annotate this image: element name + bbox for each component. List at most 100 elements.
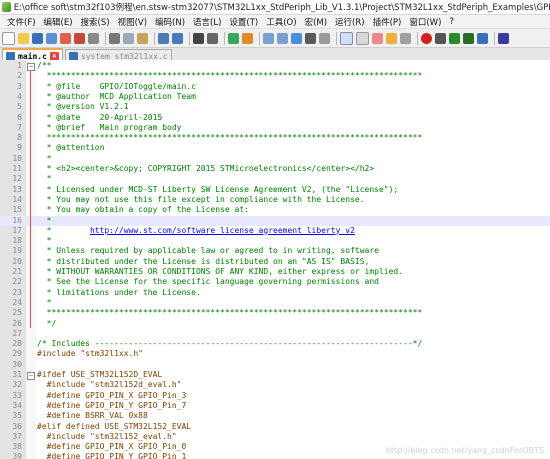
close-file-icon[interactable] bbox=[60, 32, 71, 44]
code-line[interactable]: 5 * @version V1.2.1 bbox=[0, 102, 550, 112]
copy-icon[interactable] bbox=[123, 32, 134, 44]
code-text: * bbox=[37, 174, 52, 184]
code-line[interactable]: 10 * bbox=[0, 154, 550, 164]
sync-vertical-icon[interactable] bbox=[263, 32, 274, 44]
sync-horizontal-icon[interactable] bbox=[277, 32, 288, 44]
code-line[interactable]: 31 #ifdef USE_STM32L152D_EVAL bbox=[0, 370, 550, 380]
code-line[interactable]: 34 #define GPIO_PIN_Y GPIO_Pin_7 bbox=[0, 401, 550, 411]
save-all-icon[interactable] bbox=[46, 32, 57, 44]
code-line[interactable]: 32 #include "stm32l152d_eval.h" bbox=[0, 380, 550, 390]
menu-item[interactable]: 文件(F) bbox=[3, 16, 40, 28]
menu-item[interactable]: 编辑(E) bbox=[40, 16, 77, 28]
code-line[interactable]: 14 * You may not use this file except in… bbox=[0, 195, 550, 205]
code-text: * WITHOUT WARRANTIES OR CONDITIONS OF AN… bbox=[37, 267, 404, 276]
code-line[interactable]: 21 * WITHOUT WARRANTIES OR CONDITIONS OF… bbox=[0, 267, 550, 277]
cut-icon[interactable] bbox=[109, 32, 120, 44]
license-url-link[interactable]: http://www.st.com/software_license_agree… bbox=[90, 226, 355, 235]
indent-guide-icon[interactable] bbox=[319, 32, 330, 44]
code-line[interactable]: 6 * @date 20-April-2015 bbox=[0, 113, 550, 123]
user-defined-language-icon[interactable] bbox=[340, 31, 353, 45]
code-text: * <h2><center>&copy; COPYRIGHT 2015 STMi… bbox=[37, 164, 375, 173]
stop-macro-icon[interactable] bbox=[435, 32, 446, 44]
save-icon[interactable] bbox=[32, 32, 43, 44]
save-macro-icon[interactable] bbox=[477, 32, 488, 44]
code-line[interactable]: 35 #define BSRR_VAL 0x88 bbox=[0, 411, 550, 421]
menu-item[interactable]: 窗口(W) bbox=[405, 16, 445, 28]
zoom-in-icon[interactable] bbox=[228, 32, 239, 44]
code-line[interactable]: 26 */ bbox=[0, 319, 550, 329]
find-icon[interactable] bbox=[193, 32, 204, 44]
paste-icon[interactable] bbox=[137, 32, 148, 44]
line-number: 4 bbox=[17, 91, 22, 101]
code-line[interactable]: 1 /** bbox=[0, 61, 550, 71]
code-line[interactable]: 29 #include "stm32l1xx.h" bbox=[0, 349, 550, 359]
open-file-icon[interactable] bbox=[18, 32, 29, 44]
play-macro-icon[interactable] bbox=[449, 32, 460, 44]
code-line[interactable]: 30 bbox=[0, 360, 550, 370]
code-text: * You may obtain a copy of the License a… bbox=[37, 205, 249, 215]
menu-item[interactable]: 工具(O) bbox=[262, 16, 300, 28]
code-line[interactable]: 36 #elif defined USE_STM32L152_EVAL bbox=[0, 422, 550, 432]
code-line[interactable]: 12 * bbox=[0, 174, 550, 184]
word-wrap-icon[interactable] bbox=[291, 32, 302, 44]
zoom-out-icon[interactable] bbox=[242, 32, 253, 44]
code-line[interactable]: 22 * See the License for the specific la… bbox=[0, 277, 550, 287]
code-text: ****************************************… bbox=[37, 71, 423, 81]
close-all-icon[interactable] bbox=[74, 32, 85, 44]
code-text: * Licensed under MCD-ST Liberty SW Licen… bbox=[37, 184, 399, 194]
code-line[interactable]: 23 * limitations under the License. bbox=[0, 288, 550, 298]
menu-item[interactable]: 视图(V) bbox=[114, 16, 151, 28]
line-number: 28 bbox=[12, 339, 22, 349]
monitoring-icon[interactable] bbox=[400, 32, 411, 44]
fold-toggle-icon[interactable]: − bbox=[27, 63, 35, 71]
function-list-icon[interactable] bbox=[372, 32, 383, 44]
folder-as-workspace-icon[interactable] bbox=[386, 32, 397, 44]
show-all-chars-icon[interactable] bbox=[305, 32, 316, 44]
code-line[interactable]: 17 * http://www.st.com/software_license_… bbox=[0, 226, 550, 236]
menu-item[interactable]: 语言(L) bbox=[189, 16, 225, 28]
code-line[interactable]: 13 * Licensed under MCD-ST Liberty SW Li… bbox=[0, 185, 550, 195]
code-line[interactable]: 3 * @file GPIO/IOToggle/main.c bbox=[0, 82, 550, 92]
new-file-icon[interactable] bbox=[2, 31, 15, 45]
line-number: 9 bbox=[17, 143, 22, 153]
document-map-icon[interactable] bbox=[356, 31, 369, 45]
code-line[interactable]: 2 **************************************… bbox=[0, 71, 550, 81]
code-line[interactable]: 8 **************************************… bbox=[0, 133, 550, 143]
code-text: * @file GPIO/IOToggle/main.c bbox=[37, 81, 196, 91]
code-text: */ bbox=[37, 318, 57, 328]
menu-item[interactable]: 搜索(S) bbox=[77, 16, 114, 28]
print-icon[interactable] bbox=[88, 32, 99, 44]
undo-icon[interactable] bbox=[158, 32, 169, 44]
record-macro-icon[interactable] bbox=[421, 32, 432, 44]
code-line[interactable]: 18 * bbox=[0, 236, 550, 246]
menu-item[interactable]: 设置(T) bbox=[225, 16, 262, 28]
code-line[interactable]: 9 * @attention bbox=[0, 143, 550, 153]
replace-icon[interactable] bbox=[207, 32, 218, 44]
code-line[interactable]: 33 #define GPIO_PIN_X GPIO_Pin_3 bbox=[0, 391, 550, 401]
code-line[interactable]: 16 * bbox=[0, 215, 550, 226]
menu-item[interactable]: 运行(R) bbox=[331, 16, 369, 28]
code-line[interactable]: 28 /* Includes --------------------------… bbox=[0, 339, 550, 349]
code-line[interactable]: 11 * <h2><center>&copy; COPYRIGHT 2015 S… bbox=[0, 164, 550, 174]
spell-check-icon[interactable] bbox=[498, 32, 509, 44]
toolbar-separator bbox=[154, 31, 155, 45]
toolbar-separator bbox=[336, 31, 337, 45]
code-line[interactable]: 24 * bbox=[0, 298, 550, 308]
menu-item[interactable]: 宏(M) bbox=[301, 16, 331, 28]
menu-item[interactable]: 插件(P) bbox=[369, 16, 406, 28]
fold-toggle-icon[interactable]: − bbox=[27, 372, 35, 380]
redo-icon[interactable] bbox=[172, 32, 183, 44]
code-line[interactable]: 20 * distributed under the License is di… bbox=[0, 257, 550, 267]
line-number: 21 bbox=[12, 267, 22, 276]
code-line[interactable]: 19 * Unless required by applicable law o… bbox=[0, 246, 550, 256]
menu-item[interactable]: 编码(N) bbox=[151, 16, 189, 28]
code-line[interactable]: 25 *************************************… bbox=[0, 308, 550, 318]
menu-item[interactable]: ? bbox=[445, 17, 458, 27]
code-line[interactable]: 7 * @brief Main program body bbox=[0, 123, 550, 133]
code-line[interactable]: 4 * @author MCD Application Team bbox=[0, 92, 550, 102]
code-line[interactable]: 37 #include "stm32l152_eval.h" bbox=[0, 432, 550, 442]
code-line[interactable]: 27 bbox=[0, 329, 550, 339]
play-macro-multiple-icon[interactable] bbox=[463, 32, 474, 44]
code-line[interactable]: 15 * You may obtain a copy of the Licens… bbox=[0, 205, 550, 215]
code-editor[interactable]: 1/** 2 **********************************… bbox=[0, 60, 550, 459]
